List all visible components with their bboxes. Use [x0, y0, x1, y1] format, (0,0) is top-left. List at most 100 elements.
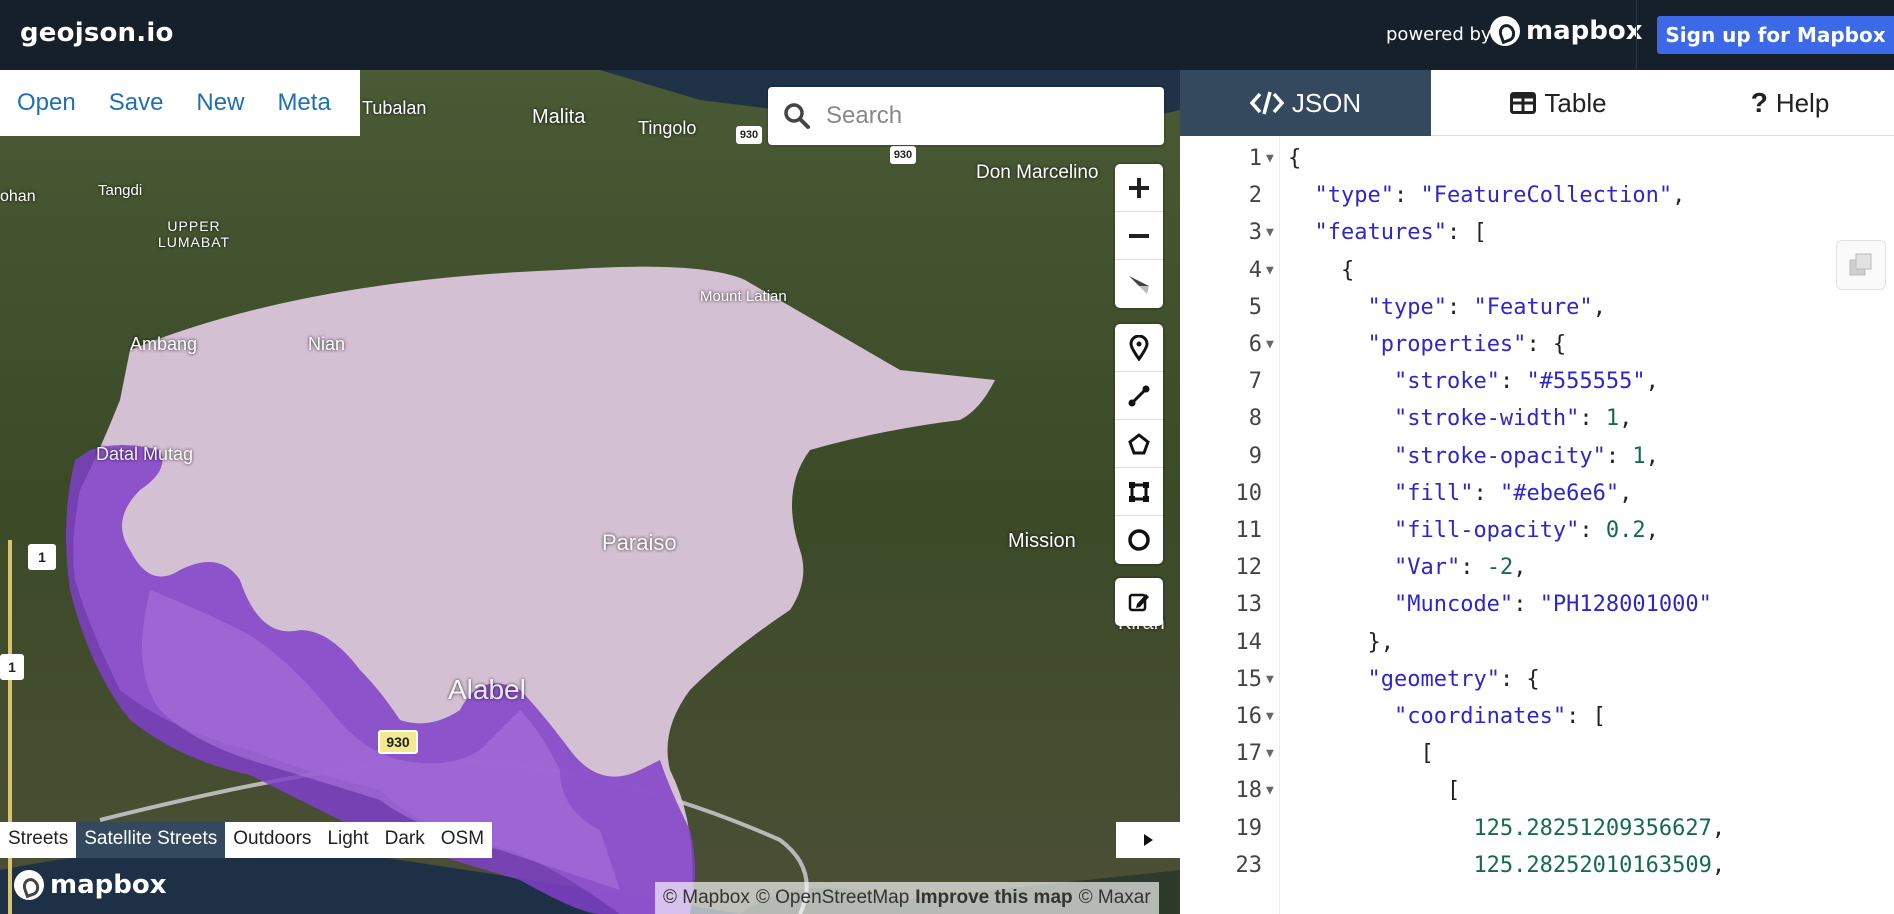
line-number: 17: [1235, 741, 1263, 767]
style-satellite-streets[interactable]: Satellite Streets: [76, 822, 226, 858]
draw-circle-button[interactable]: [1115, 516, 1163, 564]
attribution-maxar[interactable]: © Maxar: [1079, 887, 1151, 909]
code-line[interactable]: 8 "stroke-width": 1,: [1180, 400, 1894, 437]
draw-point-button[interactable]: [1115, 324, 1163, 372]
road-shield: 930: [890, 146, 916, 164]
code-text: "stroke-opacity": 1,: [1393, 443, 1659, 469]
draw-rectangle-button[interactable]: [1115, 468, 1163, 516]
code-text: 125.28252010163509,: [1473, 852, 1726, 878]
code-text: [: [1288, 778, 1461, 804]
compass-icon: [1129, 276, 1149, 294]
code-line[interactable]: 16 ▼ "coordinates": [: [1180, 698, 1894, 735]
tab-help[interactable]: ? Help: [1686, 70, 1894, 136]
line-number: 3: [1248, 220, 1262, 246]
code-text: "Muncode": "PH128001000": [1393, 592, 1712, 618]
line-number: 8: [1248, 406, 1262, 432]
tab-json-label: JSON: [1291, 87, 1362, 118]
style-osm[interactable]: OSM: [433, 822, 492, 858]
top-bar: geojson.io powered by mapbox Sign up for…: [0, 0, 1894, 70]
line-number: 2: [1248, 183, 1262, 209]
json-editor[interactable]: 1 ▼{2 "type": "FeatureCollection", 3 ▼ "fea…: [1180, 136, 1894, 914]
style-dark[interactable]: Dark: [377, 822, 433, 858]
tab-table[interactable]: Table: [1431, 70, 1686, 136]
style-outdoors[interactable]: Outdoors: [225, 822, 319, 858]
code-line[interactable]: 13 "Muncode": "PH128001000": [1180, 586, 1894, 623]
code-line[interactable]: 11 "fill-opacity": 0.2,: [1180, 512, 1894, 549]
code-line[interactable]: 4 ▼ {: [1180, 252, 1894, 289]
line-number: 14: [1235, 629, 1263, 655]
place-label: Mission: [1008, 530, 1076, 552]
attribution-improve-link[interactable]: Improve this map: [915, 887, 1072, 909]
map-canvas[interactable]: Open Save New Meta Tubalan Malita Tingol…: [0, 70, 1180, 914]
code-text: 125.28251209356627,: [1473, 815, 1726, 841]
draw-controls: [1115, 324, 1163, 564]
fold-arrow-icon[interactable]: ▼: [1266, 252, 1274, 289]
attribution-mapbox[interactable]: © Mapbox: [663, 887, 750, 909]
code-text: "features": [: [1314, 220, 1487, 246]
code-line[interactable]: 12 "Var": -2,: [1180, 549, 1894, 586]
place-label: Mount Latian: [700, 288, 787, 305]
fold-arrow-icon[interactable]: ▼: [1266, 661, 1274, 698]
menu-open[interactable]: Open: [17, 89, 76, 117]
mapbox-icon: [14, 870, 44, 900]
fold-arrow-icon[interactable]: ▼: [1266, 326, 1274, 363]
style-light[interactable]: Light: [319, 822, 376, 858]
code-line[interactable]: 2 "type": "FeatureCollection",: [1180, 177, 1894, 214]
code-text: "stroke-width": 1,: [1393, 406, 1633, 432]
edit-features-button[interactable]: [1115, 578, 1163, 626]
code-line[interactable]: 17 ▼ [: [1180, 735, 1894, 772]
reset-bearing-button[interactable]: [1115, 260, 1163, 308]
place-label: Nian: [308, 334, 346, 354]
code-line[interactable]: 7 "stroke": "#555555",: [1180, 363, 1894, 400]
style-streets[interactable]: Streets: [0, 822, 76, 858]
code-line[interactable]: 5 "type": "Feature",: [1180, 289, 1894, 326]
fold-arrow-icon[interactable]: ▼: [1266, 698, 1274, 735]
code-line[interactable]: 10 "fill": "#ebe6e6",: [1180, 475, 1894, 512]
fold-arrow-icon[interactable]: ▼: [1266, 735, 1274, 772]
place-label: ohan: [0, 188, 36, 205]
line-number: 7: [1248, 369, 1262, 395]
attribution-osm[interactable]: © OpenStreetMap: [756, 887, 909, 909]
code-line[interactable]: 15 ▼ "geometry": {: [1180, 661, 1894, 698]
map-mapbox-logo[interactable]: mapbox: [14, 870, 167, 900]
code-line[interactable]: 1 ▼ {: [1180, 140, 1894, 177]
code-text: [: [1288, 741, 1434, 767]
fold-arrow-icon[interactable]: ▼: [1266, 140, 1274, 177]
line-number: 19: [1235, 815, 1263, 841]
tab-json[interactable]: JSON: [1180, 70, 1431, 136]
satellite-terrain: [0, 70, 1180, 914]
place-label: Ambang: [130, 334, 198, 354]
menu-meta[interactable]: Meta: [277, 89, 330, 117]
search-input[interactable]: [826, 102, 1146, 130]
geocoder-search[interactable]: [768, 87, 1164, 145]
copy-button[interactable]: [1836, 240, 1886, 290]
menu-save[interactable]: Save: [109, 89, 164, 117]
app-title[interactable]: geojson.io: [20, 18, 174, 48]
line-number: 23: [1235, 852, 1263, 878]
caret-right-icon: [1144, 834, 1153, 846]
code-line[interactable]: 6 ▼ "properties": {: [1180, 326, 1894, 363]
signup-button[interactable]: Sign up for Mapbox: [1657, 16, 1894, 54]
code-text: "stroke": "#555555",: [1393, 369, 1659, 395]
menu-new[interactable]: New: [196, 89, 244, 117]
place-label: Alabel: [448, 674, 526, 705]
code-text: },: [1288, 629, 1394, 655]
mapbox-logo[interactable]: mapbox: [1490, 16, 1643, 46]
code-line[interactable]: 18 ▼ [: [1180, 772, 1894, 809]
zoom-in-button[interactable]: [1115, 164, 1163, 212]
code-text: "geometry": {: [1367, 666, 1540, 692]
code-line[interactable]: 19 125.28251209356627,: [1180, 810, 1894, 847]
place-label: Tingolo: [638, 118, 697, 138]
draw-line-button[interactable]: [1115, 372, 1163, 420]
code-line[interactable]: 9 "stroke-opacity": 1,: [1180, 438, 1894, 475]
fold-arrow-icon[interactable]: ▼: [1266, 214, 1274, 251]
draw-polygon-button[interactable]: [1115, 420, 1163, 468]
zoom-out-button[interactable]: [1115, 212, 1163, 260]
tab-help-label: Help: [1775, 87, 1830, 118]
code-line[interactable]: 14 },: [1180, 624, 1894, 661]
collapse-panel-button[interactable]: [1116, 822, 1180, 858]
code-line[interactable]: 23 125.28252010163509,: [1180, 847, 1894, 884]
fold-arrow-icon[interactable]: ▼: [1266, 772, 1274, 809]
code-icon: [1249, 91, 1284, 115]
code-line[interactable]: 3 ▼ "features": [: [1180, 214, 1894, 251]
